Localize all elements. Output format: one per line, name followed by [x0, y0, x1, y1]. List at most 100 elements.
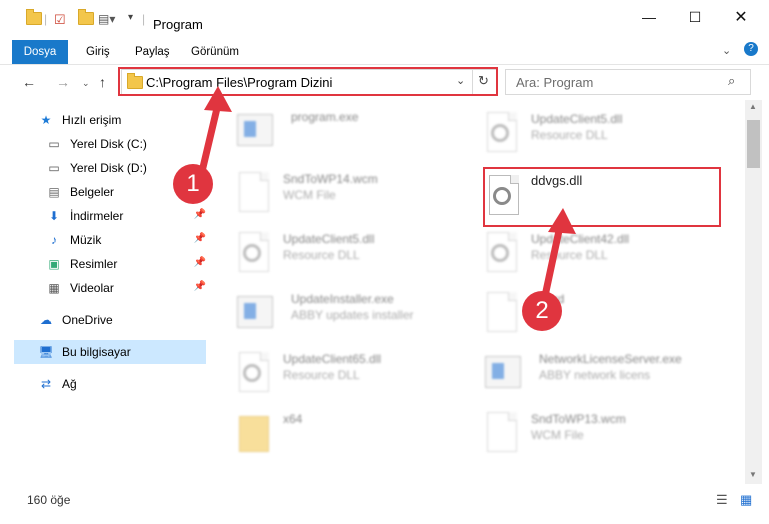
file-name: UpdateClient65.dll — [283, 352, 382, 366]
ribbon-expand-icon[interactable]: ⌄ — [722, 44, 731, 57]
dll-icon — [483, 230, 519, 276]
file-name: UpdateClient5.dll — [283, 232, 375, 246]
file-item[interactable]: x64 — [235, 408, 475, 468]
file-name: UpdateClient42.dll — [531, 232, 630, 246]
file-type: Resource DLL — [531, 248, 608, 262]
navigation-pane: ★ Hızlı erişim ▭ Yerel Disk (C:) ▭ Yerel… — [14, 104, 210, 484]
sidebar-item-videos[interactable]: ▦ Videolar 📌 — [14, 276, 206, 300]
pin-icon[interactable]: 📌 — [194, 257, 206, 268]
dll-icon — [483, 110, 519, 156]
window-title: Program — [153, 17, 203, 32]
folder-icon — [26, 9, 42, 25]
sidebar-item-disk-c[interactable]: ▭ Yerel Disk (C:) — [14, 132, 206, 156]
title-bar: | ☑ ▤▾ ▾ | Program — ☐ ✕ — [0, 0, 769, 41]
minimize-icon[interactable]: — — [626, 0, 672, 34]
cloud-icon: ☁ — [40, 313, 52, 327]
folder-icon — [235, 410, 271, 456]
file-type: ABBY network licens — [539, 368, 651, 382]
music-icon: ♪ — [51, 233, 57, 247]
file-name: SndToWP14.wcm — [283, 172, 378, 186]
close-icon[interactable]: ✕ — [718, 0, 764, 34]
sidebar-item-network[interactable]: ⇄ Ağ — [14, 372, 206, 396]
customize-toolbar-icon[interactable]: ▾ — [128, 12, 133, 23]
file-name: x64 — [283, 412, 303, 426]
sidebar-item-onedrive[interactable]: ☁ OneDrive — [14, 308, 206, 332]
sidebar-item-music[interactable]: ♪ Müzik 📌 — [14, 228, 206, 252]
large-icons-view-icon[interactable]: ▦ — [740, 492, 752, 508]
file-item[interactable]: NetworkLicenseServer.exe ABBY network li… — [483, 348, 723, 408]
scroll-down-icon[interactable]: ▼ — [749, 470, 757, 479]
pictures-icon: ▣ — [48, 257, 60, 271]
sidebar-item-downloads[interactable]: ⬇ İndirmeler 📌 — [14, 204, 206, 228]
file-type: WCM File — [283, 188, 336, 202]
forward-icon[interactable]: → — [56, 74, 70, 90]
file-name: UpdateClient5.dll — [531, 112, 623, 126]
dll-icon — [235, 230, 271, 276]
sidebar-item-label: İndirmeler — [70, 209, 124, 223]
exe-icon — [235, 290, 273, 336]
documents-icon: ▤ — [48, 185, 60, 199]
step-1-badge: 1 — [173, 164, 213, 204]
sidebar-item-this-pc[interactable]: 🖥 Bu bilgisayar — [14, 340, 206, 364]
file-type: WCM File — [531, 428, 584, 442]
tab-file[interactable]: Dosya — [12, 40, 68, 64]
separator: | — [142, 12, 146, 26]
document-icon — [483, 410, 519, 456]
search-icon[interactable]: ⌕ — [728, 73, 735, 89]
sidebar-item-label: Bu bilgisayar — [62, 345, 131, 359]
file-list: program.exe SndToWP14.wcm WCM File Updat… — [211, 100, 745, 484]
scroll-up-icon[interactable]: ▲ — [749, 102, 757, 111]
maximize-icon[interactable]: ☐ — [672, 0, 718, 34]
recent-locations-icon[interactable]: ⌄ — [82, 78, 90, 89]
view-toggle-icon[interactable]: ▤▾ — [98, 12, 115, 26]
file-name: UpdateInstaller.exe — [291, 292, 394, 306]
tab-view[interactable]: Görünüm — [181, 40, 249, 64]
file-item[interactable]: UpdateClient5.dll Resource DLL — [483, 108, 723, 168]
file-item[interactable]: SndToWP13.wcm WCM File — [483, 408, 723, 468]
item-count: 160 öğe — [27, 493, 71, 507]
pin-icon[interactable]: 📌 — [194, 233, 206, 244]
status-bar: 160 öğe ☰ ▦ — [0, 484, 769, 524]
videos-icon: ▦ — [48, 281, 60, 295]
back-icon[interactable]: ← — [22, 74, 36, 90]
separator: | — [44, 12, 48, 26]
properties-icon[interactable]: ☑ — [54, 12, 66, 28]
file-name: ddvgs.dll — [531, 173, 583, 188]
scrollbar-thumb[interactable] — [747, 120, 760, 168]
step-2-badge: 2 — [522, 291, 562, 331]
sidebar-item-label: Hızlı erişim — [62, 113, 122, 127]
address-bar-highlight — [118, 67, 498, 96]
file-item[interactable]: UpdateClient5.dll Resource DLL — [235, 228, 475, 288]
file-item[interactable]: UpdateClient65.dll Resource DLL — [235, 348, 475, 408]
tab-share[interactable]: Paylaş — [125, 40, 180, 64]
pin-icon[interactable]: 📌 — [194, 281, 206, 292]
file-name: SndToWP13.wcm — [531, 412, 626, 426]
file-item[interactable]: SndToWP14.wcm WCM File — [235, 168, 475, 228]
search-input[interactable]: Ara: Program ⌕ — [505, 69, 751, 95]
file-item[interactable]: program.exe — [235, 106, 475, 166]
file-item[interactable]: UpdateClient42.dll Resource DLL — [483, 228, 723, 288]
file-name: NetworkLicenseServer.exe — [539, 352, 682, 366]
file-type: ABBY updates installer — [291, 308, 414, 322]
file-item[interactable]: ...card — [483, 288, 723, 348]
sidebar-item-label: Müzik — [70, 233, 102, 247]
file-name: program.exe — [291, 110, 359, 124]
star-icon: ★ — [40, 113, 52, 127]
sidebar-item-label: OneDrive — [62, 313, 113, 327]
file-type: Resource DLL — [283, 248, 360, 262]
new-folder-icon[interactable] — [78, 9, 94, 25]
up-icon[interactable]: ↑ — [99, 74, 106, 90]
sidebar-item-pictures[interactable]: ▣ Resimler 📌 — [14, 252, 206, 276]
vertical-scrollbar[interactable]: ▲ ▼ — [745, 100, 762, 484]
file-item[interactable]: UpdateInstaller.exe ABBY updates install… — [235, 288, 475, 348]
sidebar-item-quick-access[interactable]: ★ Hızlı erişim — [14, 108, 206, 132]
drive-icon: ▭ — [48, 137, 60, 151]
dll-icon — [235, 350, 271, 396]
tab-home[interactable]: Giriş — [76, 40, 120, 64]
help-icon[interactable]: ? — [744, 42, 758, 56]
target-file-ddvgs-dll[interactable]: ddvgs.dll — [483, 167, 721, 227]
pin-icon[interactable]: 📌 — [194, 209, 206, 220]
download-icon: ⬇ — [48, 209, 60, 223]
ribbon: Dosya Giriş Paylaş Görünüm ⌄ ? — [0, 40, 769, 65]
details-view-icon[interactable]: ☰ — [716, 492, 728, 508]
